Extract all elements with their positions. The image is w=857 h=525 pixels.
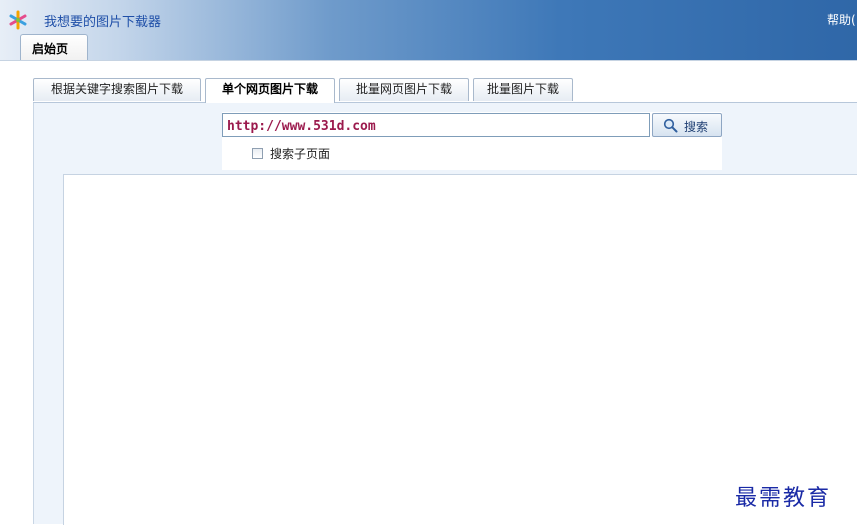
- watermark: 最需教育: [735, 486, 832, 511]
- search-subpages-checkbox[interactable]: [252, 148, 263, 159]
- magnifier-icon: [663, 118, 678, 133]
- title-bar: 我想要的图片下载器 帮助( 启始页: [0, 0, 857, 60]
- results-area: [63, 174, 857, 525]
- search-button[interactable]: 搜索: [652, 113, 722, 137]
- start-tab-label: 启始页: [32, 42, 69, 56]
- help-menu[interactable]: 帮助(: [827, 11, 856, 28]
- search-subpages-label: 搜索子页面: [270, 147, 331, 161]
- tab-strip: 根据关键字搜索图片下载 单个网页图片下载 批量网页图片下载 批量图片下载: [33, 78, 857, 103]
- search-button-label: 搜索: [684, 120, 709, 134]
- tab-batch-page-download[interactable]: 批量网页图片下载: [339, 78, 469, 101]
- star-logo-icon: [9, 10, 27, 30]
- app-title: 我想要的图片下载器: [44, 15, 162, 30]
- tab-batch-image-download[interactable]: 批量图片下载: [473, 78, 573, 101]
- tab-single-page-download[interactable]: 单个网页图片下载: [205, 78, 335, 103]
- url-input[interactable]: [222, 113, 650, 137]
- tab-keyword-search-download[interactable]: 根据关键字搜索图片下载: [33, 78, 201, 101]
- tab-start-page[interactable]: 启始页: [20, 34, 88, 60]
